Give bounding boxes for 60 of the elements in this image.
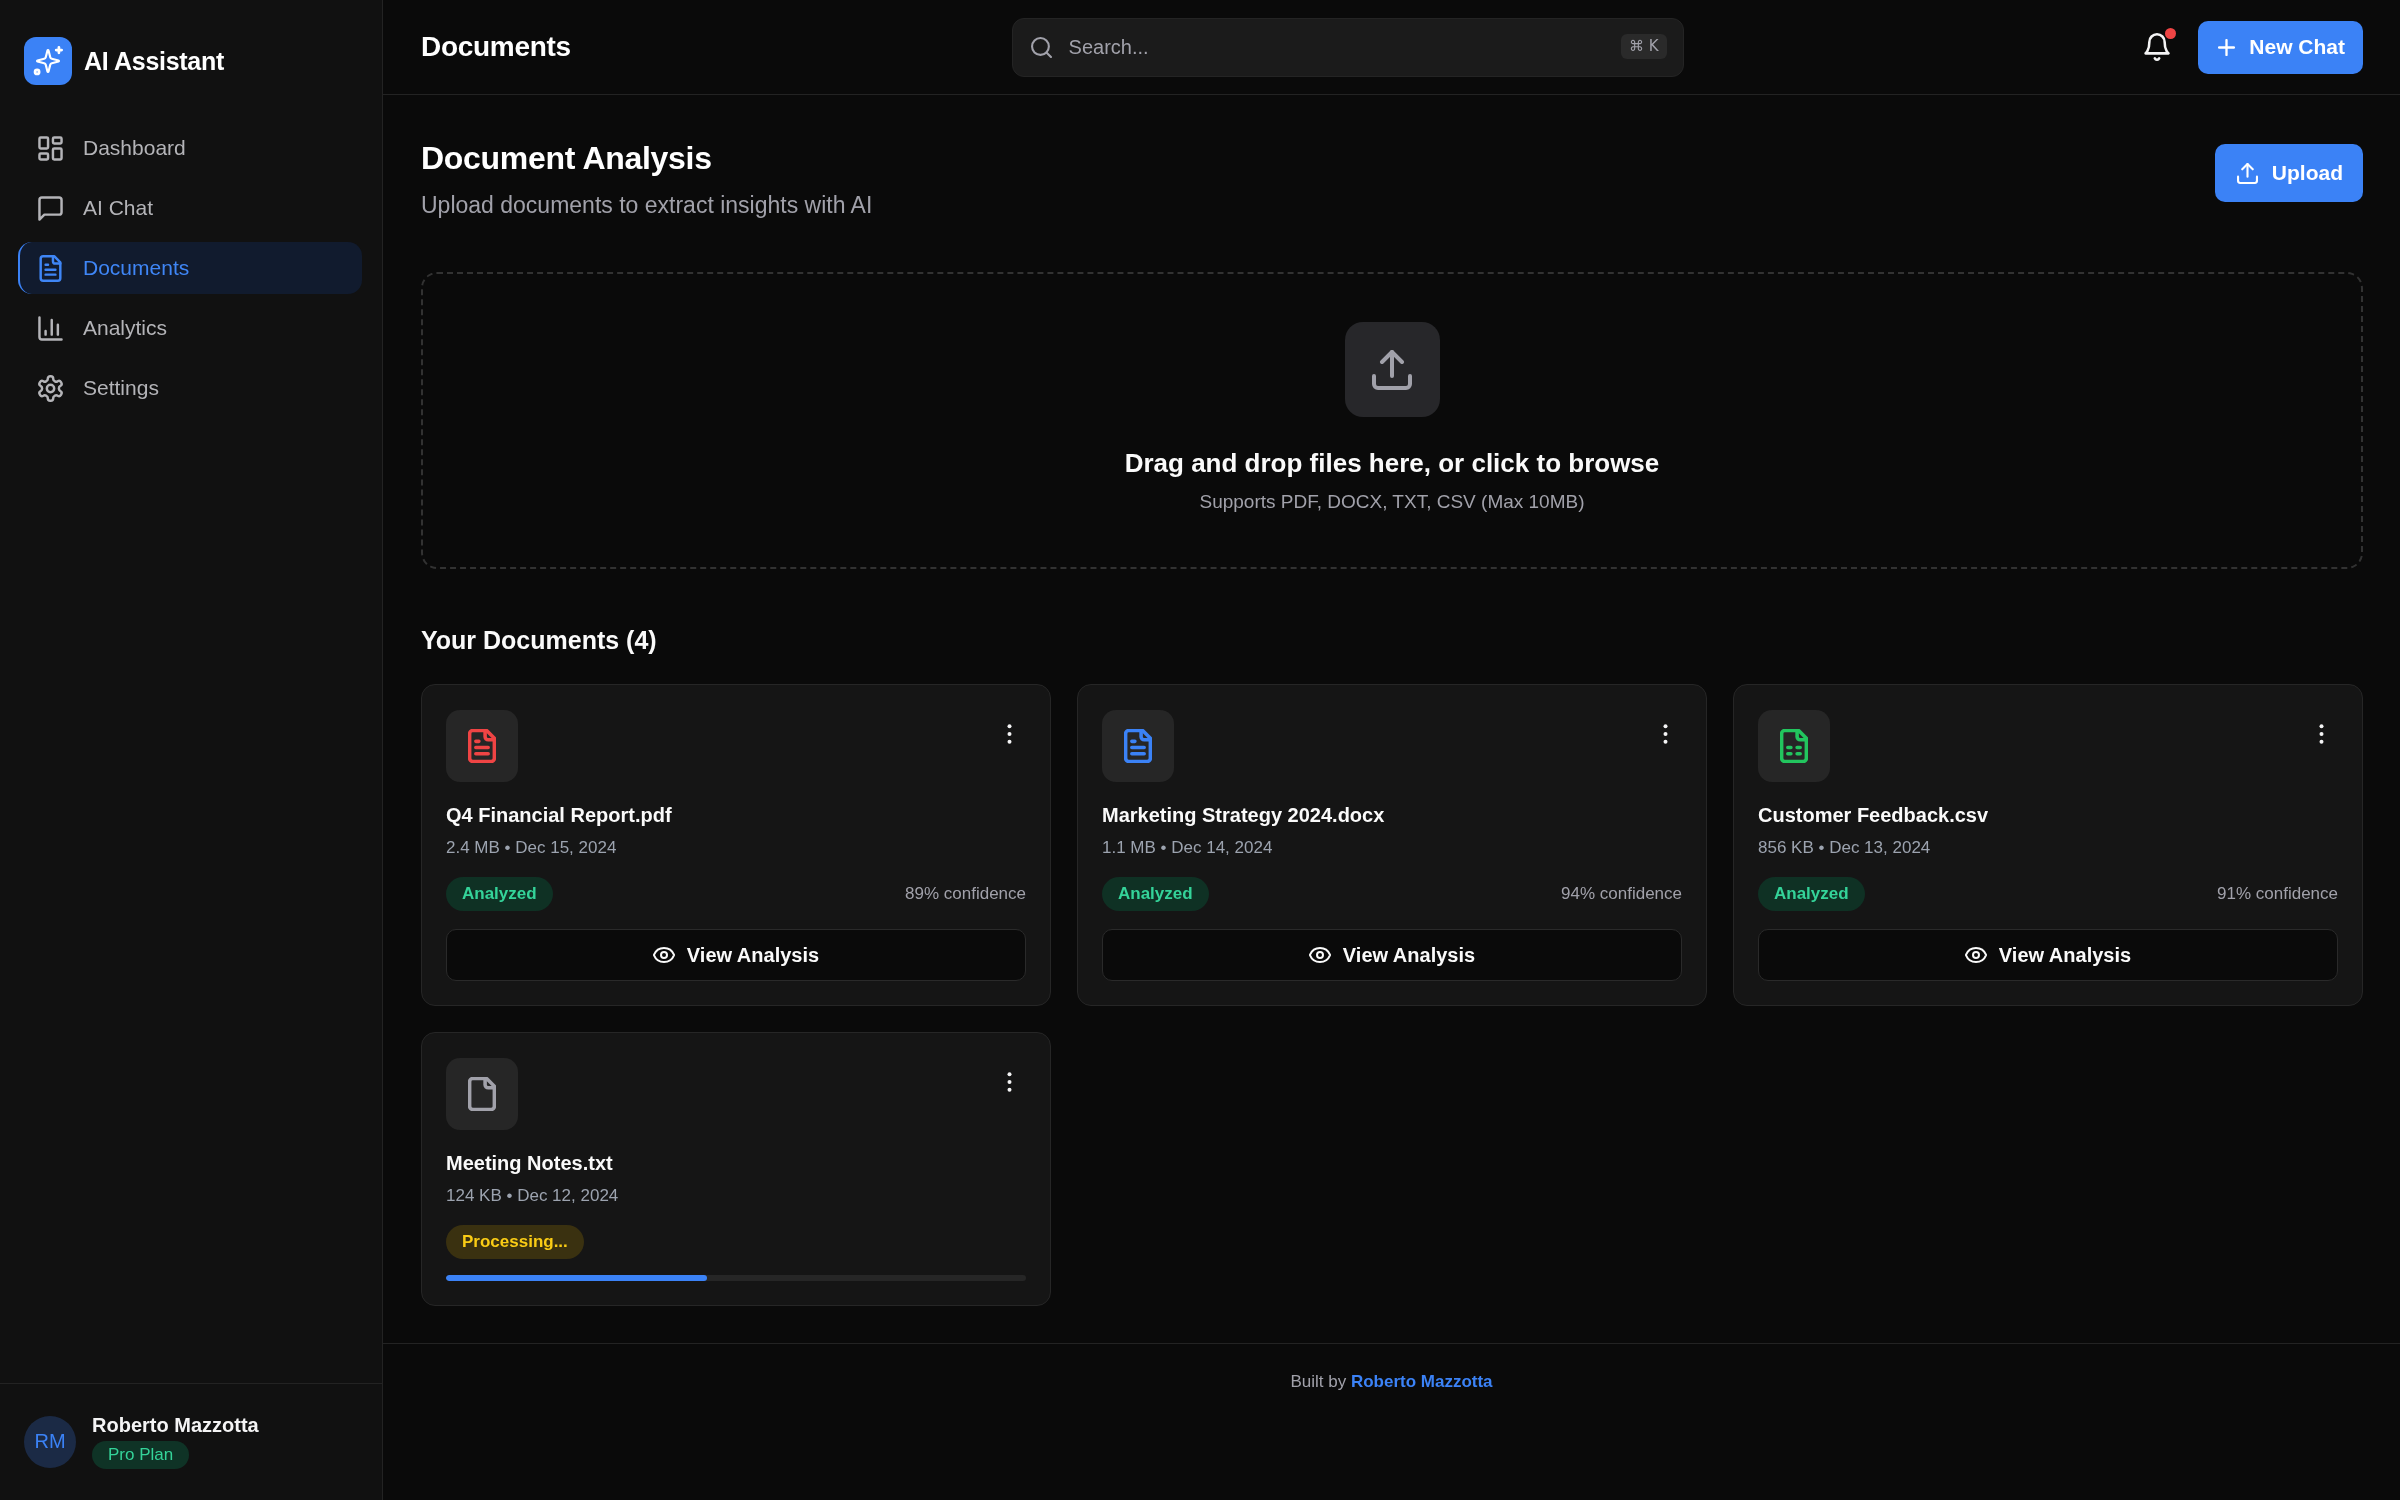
plan-badge: Pro Plan <box>92 1441 190 1469</box>
file-icon <box>446 1058 518 1130</box>
layout-grid-icon <box>37 134 64 162</box>
bell-icon[interactable] <box>2144 33 2171 61</box>
view-analysis-button[interactable]: View Analysis <box>446 929 1026 981</box>
nav-link[interactable]: Settings <box>18 362 362 414</box>
chat-bubble-icon <box>37 194 64 222</box>
page-subtitle: Upload documents to extract insights with AI <box>421 191 873 220</box>
settings-icon <box>37 374 64 402</box>
eye-icon <box>652 947 675 963</box>
view-analysis-button[interactable]: View Analysis <box>1102 929 1682 981</box>
drop-zone-headline: Drag and drop files here, or click to browse <box>1124 448 1660 478</box>
nav-link[interactable]: AI Chat <box>18 182 362 234</box>
nav-link[interactable]: Dashboard <box>18 122 362 174</box>
user-avatar: RM <box>24 1415 76 1468</box>
sparkles-logo-icon <box>24 37 72 85</box>
document-name: Meeting Notes.txt <box>446 1151 614 1176</box>
page-title: Document Analysis <box>421 139 713 178</box>
confidence-label: 91% confidence <box>2217 884 2338 904</box>
nav-link[interactable]: Documents <box>18 242 362 294</box>
page-header-title: Documents <box>421 31 571 63</box>
upload-icon <box>1344 322 1440 417</box>
app-name: AI Assistant <box>84 46 224 76</box>
document-name: Customer Feedback.csv <box>1758 803 1990 828</box>
more-options-icon[interactable] <box>1007 1072 1012 1092</box>
document-icon <box>37 254 64 282</box>
confidence-label: 94% confidence <box>1561 884 1682 904</box>
status-badge: Analyzed <box>446 877 553 911</box>
document-meta: 1.1 MB • Dec 14, 2024 <box>1102 837 1274 859</box>
more-options-icon[interactable] <box>2319 724 2324 744</box>
drop-zone-hint: Supports PDF, DOCX, TXT, CSV (Max 10MB) <box>1199 490 1585 514</box>
document-meta: 856 KB • Dec 13, 2024 <box>1758 837 1932 859</box>
document-name: Q4 Financial Report.pdf <box>446 803 673 828</box>
status-badge: Processing... <box>446 1225 584 1259</box>
spreadsheet-icon <box>1758 710 1830 782</box>
view-analysis-button[interactable]: View Analysis <box>1758 929 2338 981</box>
author-link[interactable]: Roberto Mazzotta <box>1350 1372 1493 1391</box>
section-heading: Your Documents (4) <box>421 625 658 655</box>
confidence-label: 89% confidence <box>905 884 1026 904</box>
document-meta: 124 KB • Dec 12, 2024 <box>446 1185 620 1207</box>
document-icon <box>1102 710 1174 782</box>
document-icon <box>446 710 518 782</box>
plus-icon <box>2218 38 2236 56</box>
nav-link[interactable]: Analytics <box>18 302 362 354</box>
upload-button[interactable]: Upload <box>2214 144 2363 202</box>
new-chat-button[interactable]: New Chat <box>2198 20 2363 74</box>
eye-icon <box>1964 947 1987 963</box>
bar-chart-icon <box>37 314 64 342</box>
footer-credit: Built by Roberto Mazzotta <box>1290 1371 1493 1393</box>
user-name: Roberto Mazzotta <box>92 1414 259 1437</box>
status-badge: Analyzed <box>1102 877 1209 911</box>
document-meta: 2.4 MB • Dec 15, 2024 <box>446 837 618 859</box>
upload-icon <box>2236 162 2258 184</box>
more-options-icon[interactable] <box>1663 724 1668 744</box>
eye-icon <box>1308 947 1331 963</box>
document-name: Marketing Strategy 2024.docx <box>1102 803 1386 828</box>
more-options-icon[interactable] <box>1007 724 1012 744</box>
search-icon <box>1030 36 1052 58</box>
drop-zone[interactable]: Drag and drop files here, or click to browse Supports PDF, DOCX, TXT, CSV (Max 10MB) <box>421 272 2363 569</box>
status-badge: Analyzed <box>1758 877 1865 911</box>
